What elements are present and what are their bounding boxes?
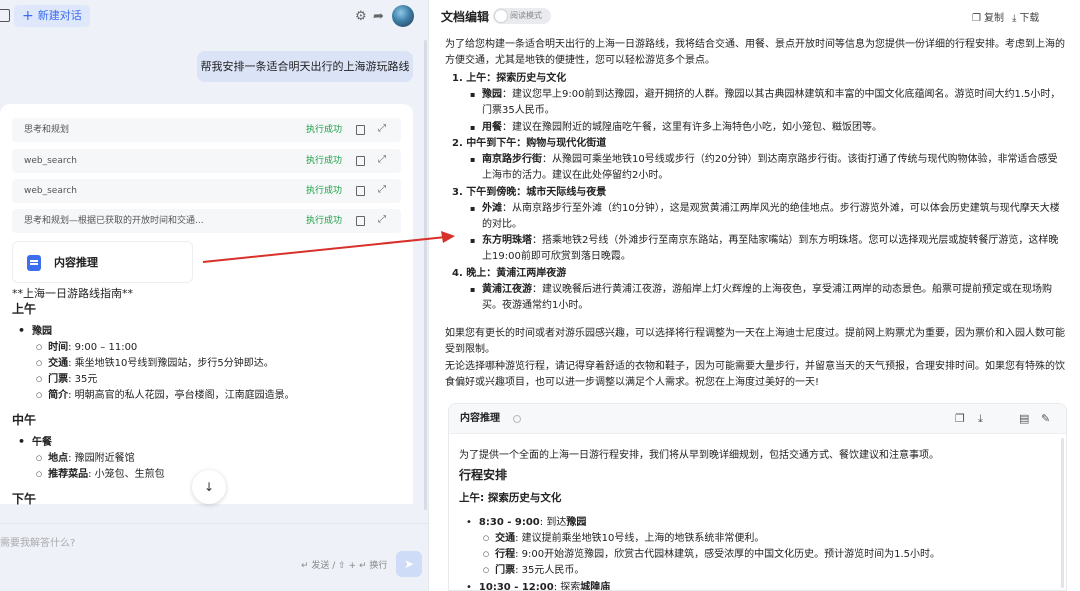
sidebar-toggle-icon[interactable] [0, 9, 10, 22]
plus-icon: + [22, 8, 34, 24]
list-item: 8:30 - 9:00: 到达豫园 [466, 513, 586, 528]
detail-item: 推荐菜品: 小笼包、生煎包 [36, 465, 165, 480]
outro-paragraph: 如果您有更长的时间或者对游乐园感兴趣，可以选择将行程调整为一天在上海迪士尼度过。… [445, 328, 1065, 355]
document-icon [27, 255, 41, 271]
plan-item: 东方明珠塔：搭乘地铁2号线（外滩步行至南京东路站，再至陆家嘴站）到东方明珠塔。您… [470, 233, 1066, 265]
panel-title: 内容推理 [460, 413, 500, 424]
copy-icon[interactable] [356, 186, 365, 196]
download-icon: ⤓ [1012, 13, 1017, 24]
download-icon[interactable]: ⤓ [978, 412, 983, 426]
detail-item: 地点: 豫园附近餐馆 [36, 449, 135, 464]
plan-item: 南京路步行街：从豫园可乘坐地铁10号线或步行（约20分钟）到达南京路步行街。该街… [470, 152, 1066, 184]
expand-icon[interactable]: ⤢ [378, 155, 387, 165]
step-status: 执行成功 [305, 125, 342, 135]
assistant-response: 思考和规划 执行成功 ⤢ web_search 执行成功 ⤢ web_searc… [0, 104, 413, 506]
expand-icon[interactable]: ⤢ [378, 215, 387, 225]
plan-item: 豫园：建议您早上9:00前到达豫园，避开拥挤的人群。豫园以其古典园林建筑和丰富的… [470, 87, 1066, 119]
arrow-down-icon: ↓ [203, 480, 215, 494]
document-editor: 文档编辑 阅读模式 ❐ 复制 ⤓ 下载 为了给您构建一条适合明天出行的上海一日游路线… [428, 0, 1080, 591]
step-name: web_search [24, 186, 78, 196]
chat-panel: + 新建对话 ⚙ ➦ 帮我安排一条适合明天出行的上海游玩路线 思考和规划 执行成… [0, 0, 428, 591]
panel-heading: 行程安排 [459, 468, 508, 482]
content-card-label: 内容推理 [54, 256, 98, 269]
detail-item: 简介: 明朝高官的私人花园，亭台楼阁，江南庭园造景。 [36, 386, 295, 401]
gear-icon[interactable]: ⚙ [355, 10, 367, 23]
list-item: 豫园 [18, 322, 52, 337]
share-icon[interactable]: ➦ [373, 10, 384, 23]
send-button[interactable]: ➤ [396, 551, 422, 577]
step-status: 执行成功 [305, 186, 342, 196]
detail-item: 行程: 9:00开始游览豫园，欣赏古代园林建筑，感受浓厚的中国文化历史。预计游览… [483, 545, 940, 560]
expand-icon[interactable]: ⤢ [378, 185, 387, 195]
plan-step-title: 2. 中午到下午：购物与现代化街道 [452, 138, 607, 149]
copy-icon[interactable]: ❐ [955, 412, 965, 425]
user-message: 帮我安排一条适合明天出行的上海游玩路线 [197, 51, 413, 82]
outro-paragraph: 无论选择哪种游览行程，请记得穿着舒适的衣物和鞋子，因为可能需要大量步行，并留意当… [445, 361, 1065, 388]
plan-step-title: 1. 上午：探索历史与文化 [452, 73, 567, 84]
step-row[interactable]: 思考和规划 执行成功 ⤢ [12, 118, 401, 142]
panel-subheading: 上午: 探索历史与文化 [459, 492, 562, 504]
step-status: 执行成功 [305, 216, 342, 226]
detail-item: 门票: 35元 [36, 370, 97, 385]
chat-input-bar: ↵ 发送 / ⇧ + ↵ 换行 ➤ [0, 523, 428, 591]
plan-step-title: 3. 下午到傍晚：城市天际线与夜景 [452, 187, 607, 198]
scroll-down-button[interactable]: ↓ [192, 470, 226, 504]
copy-button[interactable]: ❐ 复制 [972, 9, 1004, 24]
download-button[interactable]: ⤓ 下载 [1012, 9, 1039, 24]
step-row[interactable]: 思考和规划—根据已获取的开放时间和交通... 执行成功 ⤢ [12, 209, 401, 233]
detail-item: 交通: 乘坐地铁10号线到豫园站，步行5分钟即达。 [36, 354, 274, 369]
step-name: web_search [24, 156, 78, 166]
step-name: 思考和规划—根据已获取的开放时间和交通... [24, 216, 204, 226]
loading-icon [513, 415, 521, 423]
step-name: 思考和规划 [24, 125, 70, 135]
step-row[interactable]: web_search 执行成功 ⤢ [12, 179, 401, 203]
list-item: 午餐 [18, 433, 52, 448]
copy-icon[interactable] [356, 156, 365, 166]
step-row[interactable]: web_search 执行成功 ⤢ [12, 149, 401, 173]
list-item: 10:30 - 12:00: 探索城隍庙 [466, 578, 610, 590]
panel-scrollbar[interactable] [1061, 438, 1064, 588]
plan-item: 外滩：从南京路步行至外滩（约10分钟），这是观赏黄浦江两岸风光的绝佳地点。步行游… [470, 201, 1066, 233]
section-heading: 中午 [12, 413, 37, 427]
new-chat-label: 新建对话 [37, 9, 82, 22]
detail-item: 交通: 建议提前乘坐地铁10号线，上海的地铁系统非常便利。 [483, 529, 764, 544]
copy-icon[interactable] [356, 125, 365, 135]
section-heading: 上午 [12, 302, 37, 316]
panel-header: 内容推理 ❐ ⤓ ▤ ✎ [449, 404, 1066, 434]
toggle-knob [495, 10, 507, 22]
plan-item: 用餐：建议在豫园附近的城隍庙吃午餐，这里有许多上海特色小吃，如小笼包、糍饭团等。 [470, 120, 1066, 136]
chat-toolbar: + 新建对话 ⚙ ➦ [0, 0, 428, 32]
expand-icon[interactable]: ⤢ [378, 124, 387, 134]
chat-input[interactable] [0, 532, 300, 554]
left-scrollbar[interactable] [424, 40, 427, 510]
avatar[interactable] [392, 5, 414, 27]
send-icon: ➤ [403, 557, 415, 571]
plan-item: 黄浦江夜游：建议晚餐后进行黄浦江夜游，游船岸上灯火辉煌的上海夜色，享受浦江两岸的… [470, 282, 1066, 314]
copy-icon[interactable] [356, 216, 365, 226]
section-heading: 下午 [12, 492, 37, 506]
panel-intro: 为了提供一个全面的上海一日游行程安排，我们将从早到晚详细规划，包括交通方式、餐饮… [459, 450, 939, 461]
reading-mode-label: 阅读模式 [510, 11, 542, 20]
copy-icon: ❐ [972, 13, 981, 24]
reading-mode-toggle[interactable]: 阅读模式 [493, 8, 551, 24]
plan-step-title: 4. 晚上：黄浦江两岸夜游 [452, 268, 567, 279]
edit-icon[interactable]: ✎ [1041, 412, 1050, 425]
intro-paragraph: 为了给您构建一条适合明天出行的上海一日游路线，我将结合交通、用餐、景点开放时间等… [445, 39, 1065, 66]
step-status: 执行成功 [305, 156, 342, 166]
detail-item: 时间: 9:00 – 11:00 [36, 338, 137, 353]
content-reasoning-card[interactable]: 内容推理 [12, 241, 193, 283]
input-hint: ↵ 发送 / ⇧ + ↵ 换行 [301, 561, 388, 571]
guide-title: **上海一日游路线指南** [12, 287, 133, 300]
editor-title: 文档编辑 [441, 10, 490, 24]
book-icon[interactable]: ▤ [1019, 412, 1029, 425]
content-reasoning-panel: 内容推理 ❐ ⤓ ▤ ✎ 为了提供一个全面的上海一日游行程安排，我们将从早到晚详… [448, 403, 1067, 591]
detail-item: 门票: 35元人民币。 [483, 561, 584, 576]
new-chat-button[interactable]: + 新建对话 [14, 5, 90, 27]
